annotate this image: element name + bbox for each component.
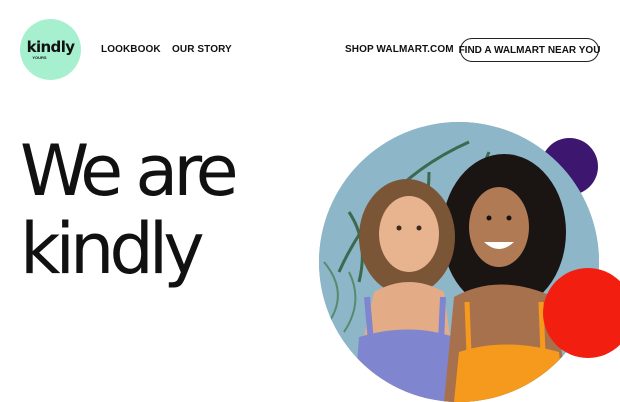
two-women-photo-icon bbox=[319, 122, 599, 402]
logo-wordmark: kindly bbox=[26, 37, 75, 56]
logo-subtitle: YOURS bbox=[32, 54, 47, 60]
hero-photo bbox=[319, 122, 599, 402]
find-walmart-button[interactable]: FIND A WALMART NEAR YOU bbox=[459, 38, 600, 62]
nav-lookbook-link[interactable]: LOOKBOOK bbox=[101, 44, 161, 55]
kindly-logo[interactable]: kindly YOURS bbox=[20, 19, 81, 80]
headline-line-2: kindly bbox=[20, 208, 205, 290]
hero-headline: We are kindly bbox=[20, 130, 239, 290]
hero-image-group bbox=[315, 118, 620, 402]
site-header: kindly YOURS LOOKBOOK OUR STORY SHOP WAL… bbox=[0, 0, 620, 100]
headline-line-1: We are bbox=[20, 130, 239, 212]
nav-shop-walmart-link[interactable]: SHOP WALMART.COM bbox=[345, 44, 454, 55]
nav-our-story-link[interactable]: OUR STORY bbox=[172, 44, 232, 55]
